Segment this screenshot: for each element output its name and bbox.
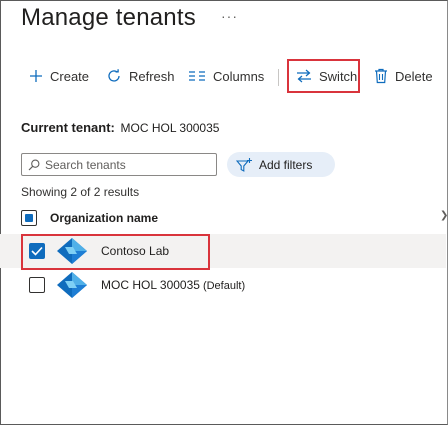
current-tenant-label: Current tenant: (21, 120, 115, 135)
filter-add-icon (236, 157, 252, 172)
results-summary: Showing 2 of 2 results (21, 185, 140, 199)
refresh-button[interactable]: Refresh (106, 58, 175, 94)
current-tenant-value: MOC HOL 300035 (120, 121, 220, 135)
add-filters-label: Add filters (259, 157, 313, 172)
column-header-organization-name[interactable]: Organization name (50, 211, 158, 225)
search-icon (28, 159, 40, 170)
plus-icon (30, 70, 42, 82)
row-name[interactable]: MOC HOL 300035 (Default) (101, 278, 245, 292)
columns-button[interactable]: Columns (188, 58, 264, 94)
row-name-text: MOC HOL 300035 (101, 278, 200, 292)
add-filters-button[interactable]: Add filters (227, 152, 335, 177)
search-input[interactable] (45, 157, 205, 172)
columns-icon (189, 71, 205, 81)
toolbar-divider (278, 69, 279, 86)
default-tag: (Default) (202, 280, 246, 292)
row-highlight-box (21, 234, 210, 270)
trash-icon (375, 68, 387, 84)
row-checkbox[interactable] (29, 277, 45, 293)
page-title: Manage tenants (21, 4, 196, 31)
table-header: Organization name (21, 207, 158, 229)
delete-label: Delete (395, 68, 433, 84)
column-resize-handle[interactable]: ❯ (440, 210, 448, 221)
columns-label: Columns (213, 68, 265, 84)
command-bar: Create Refresh Columns Switch Delete (0, 58, 448, 94)
create-button[interactable]: Create (29, 58, 89, 94)
table-row[interactable]: MOC HOL 300035 (Default) (0, 268, 446, 302)
select-all-checkbox[interactable] (21, 210, 37, 226)
search-box[interactable] (21, 153, 217, 176)
refresh-label: Refresh (129, 68, 175, 84)
refresh-icon (108, 69, 120, 82)
switch-highlight-box (287, 59, 360, 93)
create-label: Create (50, 68, 90, 84)
current-tenant: Current tenant: MOC HOL 300035 (21, 120, 219, 135)
more-options-button[interactable]: ··· (221, 8, 238, 24)
delete-button[interactable]: Delete (374, 58, 433, 94)
azure-ad-b2c-icon (57, 272, 87, 298)
